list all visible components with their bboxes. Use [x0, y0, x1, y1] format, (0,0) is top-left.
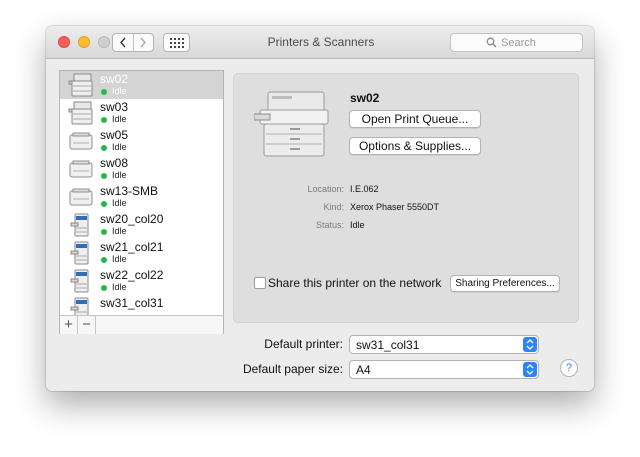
printer-name-label: sw05	[100, 128, 129, 142]
printer-status-label: Idle	[112, 198, 127, 208]
printer-status-label: Idle	[112, 142, 127, 152]
status-label: Status:	[315, 220, 344, 230]
title-bar: Printers & Scanners Search	[46, 26, 594, 59]
status-dot-icon	[101, 229, 107, 235]
printer-desktop-icon	[68, 157, 94, 181]
share-printer-checkbox[interactable]	[254, 277, 266, 289]
printer-list-box: sw02 Idle sw03 Idle sw05 Idle sw08 Idle sw13-SMB…	[59, 70, 224, 334]
default-paper-size-popup[interactable]: A4	[349, 360, 539, 379]
printer-name-label: sw13-SMB	[100, 184, 159, 198]
printer-large-icon	[68, 101, 94, 125]
color-printer-icon	[68, 269, 94, 293]
remove-printer-button[interactable]: −	[78, 316, 96, 334]
printer-status-label: Idle	[112, 226, 127, 236]
search-icon	[486, 37, 497, 48]
search-field[interactable]: Search	[450, 33, 583, 52]
status-value: Idle	[350, 220, 365, 230]
printer-list-footer: + −	[60, 315, 223, 334]
printer-list-item[interactable]: sw22_col22 Idle	[60, 267, 223, 295]
printer-list-item[interactable]: sw13-SMB Idle	[60, 183, 223, 211]
printer-large-icon	[68, 73, 94, 97]
popup-arrows-icon	[523, 362, 537, 377]
status-dot-icon	[101, 201, 107, 207]
printer-name-label: sw08	[100, 156, 129, 170]
navigation-buttons	[112, 33, 154, 52]
minimize-window-button[interactable]	[78, 36, 90, 48]
chevron-right-icon	[140, 37, 146, 48]
printer-status-label: Idle	[112, 86, 127, 96]
printers-scanners-window: Printers & Scanners Search sw02 Idle sw03 I…	[46, 26, 594, 391]
back-button[interactable]	[113, 34, 134, 51]
status-dot-icon	[101, 173, 107, 179]
status-dot-icon	[101, 89, 107, 95]
grid-icon	[170, 38, 184, 48]
close-window-button[interactable]	[58, 36, 70, 48]
printer-status-label: Idle	[112, 282, 127, 292]
location-value: I.E.062	[350, 184, 379, 194]
forward-button[interactable]	[133, 34, 153, 51]
printer-name-label: sw21_col21	[100, 240, 164, 254]
open-print-queue-button[interactable]: Open Print Queue...	[349, 110, 481, 128]
default-paper-size-value: A4	[356, 363, 371, 377]
printer-desktop-icon	[68, 185, 94, 209]
help-button[interactable]: ?	[560, 359, 578, 377]
color-printer-icon	[68, 297, 94, 315]
color-printer-icon	[68, 213, 94, 237]
status-dot-icon	[101, 145, 107, 151]
printer-desktop-icon	[68, 129, 94, 153]
printer-status-label: Idle	[112, 170, 127, 180]
kind-label: Kind:	[323, 202, 344, 212]
options-supplies-button[interactable]: Options & Supplies...	[349, 137, 481, 155]
printer-list-item[interactable]: sw02 Idle	[60, 71, 223, 99]
add-printer-button[interactable]: +	[60, 316, 78, 334]
status-dot-icon	[101, 117, 107, 123]
default-printer-value: sw31_col31	[356, 338, 420, 352]
printer-name-label: sw03	[100, 100, 129, 114]
zoom-window-button[interactable]	[98, 36, 110, 48]
printer-status-label: Idle	[112, 114, 127, 124]
printer-name-label: sw02	[100, 72, 129, 86]
default-printer-label: Default printer:	[264, 337, 343, 351]
status-dot-icon	[101, 257, 107, 263]
printer-list-item[interactable]: sw31_col31	[60, 295, 223, 315]
printer-list-item[interactable]: sw03 Idle	[60, 99, 223, 127]
printer-list-item[interactable]: sw20_col20 Idle	[60, 211, 223, 239]
printer-name: sw02	[350, 91, 380, 105]
status-dot-icon	[101, 285, 107, 291]
kind-value: Xerox Phaser 5550DT	[350, 202, 440, 212]
printer-detail-panel: sw02 Open Print Queue... Options & Suppl…	[233, 73, 579, 323]
sharing-preferences-button[interactable]: Sharing Preferences...	[450, 275, 560, 292]
printer-list[interactable]: sw02 Idle sw03 Idle sw05 Idle sw08 Idle sw13-SMB…	[60, 71, 223, 315]
default-paper-size-label: Default paper size:	[242, 362, 343, 376]
printer-name-label: sw22_col22	[100, 268, 164, 282]
show-all-preferences-button[interactable]	[163, 33, 190, 52]
search-placeholder: Search	[501, 37, 536, 49]
location-label: Location:	[307, 184, 344, 194]
printer-large-icon	[254, 91, 329, 157]
share-printer-label[interactable]: Share this printer on the network	[268, 276, 441, 290]
printer-status-label: Idle	[112, 254, 127, 264]
printer-list-item[interactable]: sw21_col21 Idle	[60, 239, 223, 267]
printer-name-label: sw31_col31	[100, 296, 164, 310]
printer-name-label: sw20_col20	[100, 212, 164, 226]
default-printer-popup[interactable]: sw31_col31	[349, 335, 539, 354]
window-title: Printers & Scanners	[267, 35, 375, 49]
chevron-left-icon	[120, 37, 126, 48]
printer-list-item[interactable]: sw05 Idle	[60, 127, 223, 155]
color-printer-icon	[68, 241, 94, 265]
printer-list-item[interactable]: sw08 Idle	[60, 155, 223, 183]
popup-arrows-icon	[523, 337, 537, 352]
